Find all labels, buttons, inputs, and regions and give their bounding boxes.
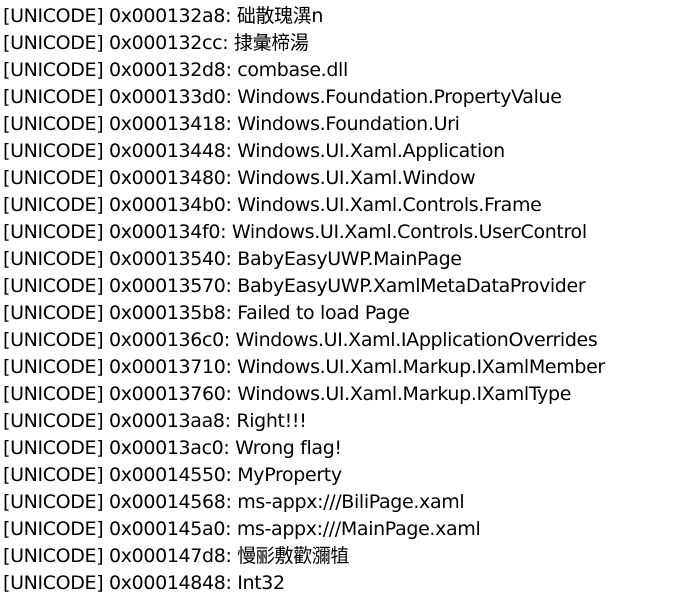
string-line: [UNICODE] 0x000134b0: Windows.UI.Xaml.Co… (3, 194, 542, 216)
string-encoding: [UNICODE] (3, 194, 104, 216)
string-encoding: [UNICODE] (3, 32, 104, 54)
string-value: Windows.Foundation.PropertyValue (237, 86, 562, 108)
string-line: [UNICODE] 0x000134f0: Windows.UI.Xaml.Co… (3, 221, 587, 243)
string-line: [UNICODE] 0x00013480: Windows.UI.Xaml.Wi… (3, 167, 476, 189)
string-encoding: [UNICODE] (3, 545, 104, 567)
string-value: Windows.UI.Xaml.Application (237, 140, 505, 162)
string-encoding: [UNICODE] (3, 329, 104, 351)
string-value: Windows.UI.Xaml.Controls.UserControl (231, 221, 587, 243)
string-value: Int32 (237, 572, 285, 594)
string-line: [UNICODE] 0x000147d8: 慢彨敷歡瀰犆 (3, 545, 350, 567)
string-line: [UNICODE] 0x00013aa8: Right!!! (3, 410, 307, 432)
string-value: Failed to load Page (237, 302, 410, 324)
string-address: 0x00014568 (108, 491, 226, 513)
string-line: [UNICODE] 0x000145a0: ms-appx:///MainPag… (3, 518, 481, 540)
string-line: [UNICODE] 0x00013710: Windows.UI.Xaml.Ma… (3, 356, 605, 378)
string-value: Right!!! (236, 410, 307, 432)
string-address: 0x000134b0 (108, 194, 226, 216)
string-line: [UNICODE] 0x000132cc: 捸彙楴湯 (3, 32, 309, 54)
string-address: 0x00013570 (108, 275, 226, 297)
string-line: [UNICODE] 0x00013448: Windows.UI.Xaml.Ap… (3, 140, 505, 162)
string-encoding: [UNICODE] (3, 113, 104, 135)
string-encoding: [UNICODE] (3, 572, 104, 594)
string-line: [UNICODE] 0x00013570: BabyEasyUWP.XamlMe… (3, 275, 586, 297)
string-encoding: [UNICODE] (3, 140, 104, 162)
string-encoding: [UNICODE] (3, 275, 104, 297)
string-value: 础散瑰潩n (236, 5, 324, 27)
string-encoding: [UNICODE] (3, 410, 104, 432)
string-address: 0x00013aa8 (108, 410, 225, 432)
string-encoding: [UNICODE] (3, 248, 104, 270)
string-address: 0x00014848 (108, 572, 226, 594)
string-value: Windows.UI.Xaml.Markup.IXamlMember (237, 356, 605, 378)
string-address: 0x00013ac0 (108, 437, 224, 459)
string-address: 0x000135b8 (108, 302, 226, 324)
string-address: 0x000147d8 (108, 545, 226, 567)
string-line: [UNICODE] 0x000136c0: Windows.UI.Xaml.IA… (3, 329, 598, 351)
string-line: [UNICODE] 0x00013540: BabyEasyUWP.MainPa… (3, 248, 462, 270)
string-address: 0x00014550 (108, 464, 226, 486)
string-encoding: [UNICODE] (3, 86, 104, 108)
string-value: Windows.UI.Xaml.Window (237, 167, 476, 189)
string-value: 慢彨敷歡瀰犆 (237, 545, 350, 567)
string-value: ms-appx:///MainPage.xaml (236, 518, 481, 540)
string-address: 0x000145a0 (108, 518, 226, 540)
string-address: 0x00013710 (108, 356, 226, 378)
string-line: [UNICODE] 0x000132d8: combase.dll (3, 59, 348, 81)
string-address: 0x000132d8 (108, 59, 226, 81)
string-line: [UNICODE] 0x00014568: ms-appx:///BiliPag… (3, 491, 465, 513)
string-address: 0x00013760 (108, 383, 226, 405)
string-value: Windows.Foundation.Uri (237, 113, 460, 135)
string-value: Windows.UI.Xaml.IApplicationOverrides (235, 329, 598, 351)
string-value: Windows.UI.Xaml.Controls.Frame (237, 194, 542, 216)
string-value: 捸彙楴湯 (233, 32, 309, 54)
string-line: [UNICODE] 0x00013ac0: Wrong flag! (3, 437, 342, 459)
string-encoding: [UNICODE] (3, 518, 104, 540)
string-encoding: [UNICODE] (3, 491, 104, 513)
string-address: 0x00013480 (108, 167, 226, 189)
string-encoding: [UNICODE] (3, 356, 104, 378)
string-address: 0x000133d0 (108, 86, 226, 108)
string-value: MyProperty (237, 464, 342, 486)
string-address: 0x00013418 (108, 113, 226, 135)
string-encoding: [UNICODE] (3, 383, 104, 405)
string-encoding: [UNICODE] (3, 464, 104, 486)
string-address: 0x000132a8 (108, 5, 226, 27)
string-line: [UNICODE] 0x000135b8: Failed to load Pag… (3, 302, 410, 324)
string-encoding: [UNICODE] (3, 437, 104, 459)
string-line: [UNICODE] 0x00013418: Windows.Foundation… (3, 113, 460, 135)
string-value: BabyEasyUWP.MainPage (237, 248, 462, 270)
string-address: 0x000134f0 (108, 221, 221, 243)
string-encoding: [UNICODE] (3, 221, 104, 243)
string-line: [UNICODE] 0x000132a8: 础散瑰潩n (3, 5, 324, 27)
string-encoding: [UNICODE] (3, 167, 104, 189)
string-line: [UNICODE] 0x000133d0: Windows.Foundation… (3, 86, 562, 108)
string-encoding: [UNICODE] (3, 302, 104, 324)
string-address: 0x00013448 (108, 140, 226, 162)
string-value: combase.dll (237, 59, 348, 81)
string-value: Wrong flag! (235, 437, 342, 459)
string-encoding: [UNICODE] (3, 5, 104, 27)
string-line: [UNICODE] 0x00014550: MyProperty (3, 464, 342, 486)
strings-list: [UNICODE] 0x000132a8: 础散瑰潩n [UNICODE] 0x0… (3, 3, 680, 597)
string-encoding: [UNICODE] (3, 59, 104, 81)
string-value: BabyEasyUWP.XamlMetaDataProvider (237, 275, 586, 297)
string-address: 0x000132cc (108, 32, 223, 54)
string-line: [UNICODE] 0x00014848: Int32 (3, 572, 285, 594)
string-value: ms-appx:///BiliPage.xaml (237, 491, 465, 513)
string-value: Windows.UI.Xaml.Markup.IXamlType (237, 383, 572, 405)
string-line: [UNICODE] 0x00013760: Windows.UI.Xaml.Ma… (3, 383, 572, 405)
string-address: 0x000136c0 (108, 329, 224, 351)
string-address: 0x00013540 (108, 248, 226, 270)
